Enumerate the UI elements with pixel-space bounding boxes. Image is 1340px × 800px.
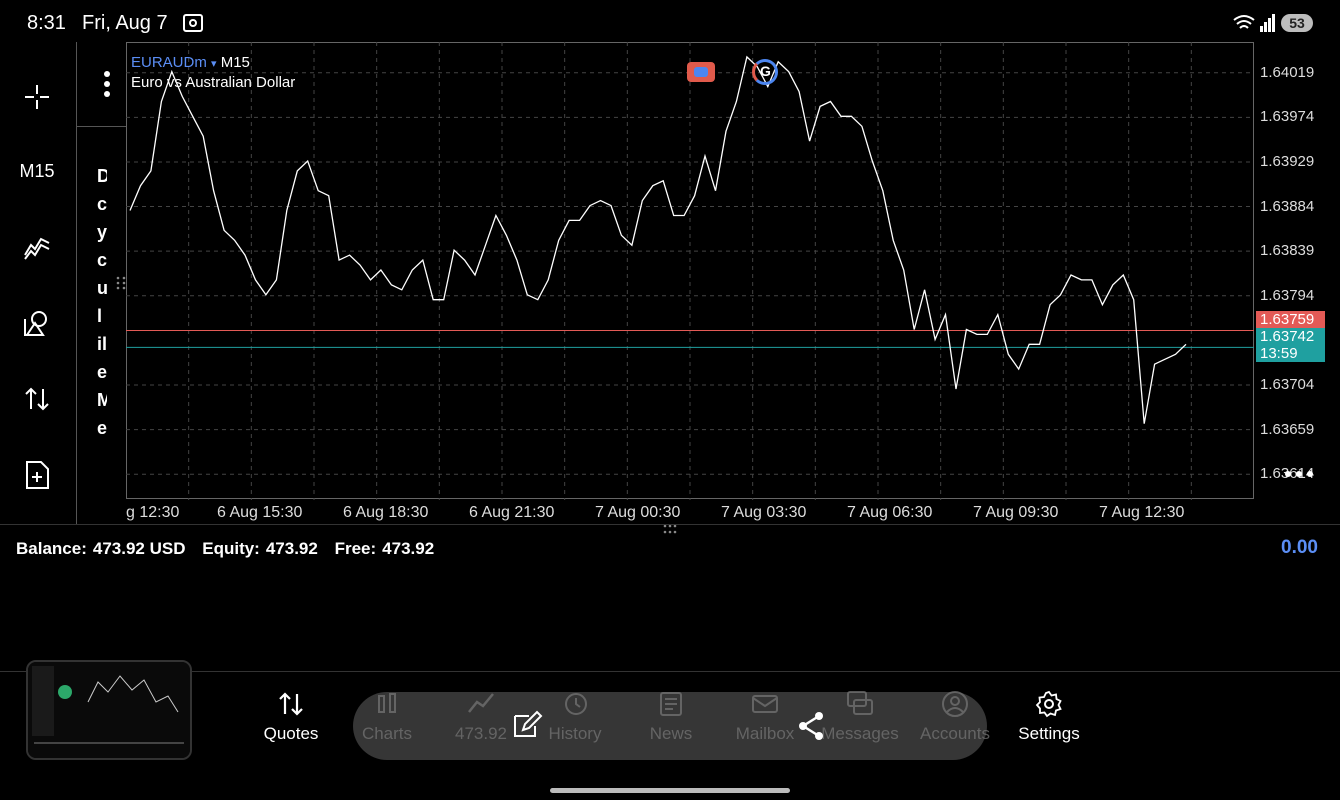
share-icon[interactable] — [795, 710, 827, 742]
time-tick-label: 6 Aug 21:30 — [469, 504, 555, 521]
indicators-icon — [24, 237, 50, 260]
side-panel-text: D c y c u l il e M e — [97, 166, 107, 438]
chart-timeframe: M15 — [220, 54, 250, 71]
edit-screenshot-icon[interactable] — [511, 710, 543, 742]
crosshair-icon — [25, 85, 49, 109]
price-tick-label: 1.64019 — [1260, 63, 1315, 81]
screenshot-icon — [183, 14, 203, 32]
timeframe-button[interactable]: M15 — [14, 148, 60, 194]
app-root: 8:31 Fri, Aug 7 53 M15 D c y c u l il e … — [0, 0, 1340, 800]
price-tick-label: 1.63929 — [1260, 152, 1315, 170]
bid-price-tag: 1.63742 13:59 — [1256, 328, 1325, 362]
chart-symbol: EURAUDm — [131, 54, 207, 71]
new-document-button[interactable] — [14, 452, 60, 498]
crosshair-button[interactable] — [14, 74, 60, 120]
nav-quotes[interactable]: Quotes — [246, 690, 336, 750]
price-chart[interactable] — [126, 42, 1254, 500]
equity-label: Equity: — [202, 539, 260, 558]
nav-settings-label: Settings — [1018, 724, 1080, 743]
event-marker-icon[interactable] — [752, 59, 778, 85]
more-options-icon[interactable] — [1283, 466, 1315, 482]
chevron-down-icon: ▾ — [211, 58, 217, 70]
home-indicator[interactable] — [550, 788, 790, 793]
time-tick-label: 7 Aug 00:30 — [595, 504, 681, 521]
chart-title[interactable]: EURAUDm ▾ M15 — [131, 54, 250, 71]
left-toolbar: M15 — [0, 44, 76, 524]
new-document-icon — [26, 461, 49, 489]
nav-settings[interactable]: Settings — [1004, 690, 1094, 750]
signal-icon — [1260, 14, 1275, 32]
balance-value: 473.92 USD — [92, 539, 186, 558]
thumbnail-preview-icon — [28, 662, 190, 758]
trade-icon — [25, 387, 49, 411]
objects-button[interactable] — [14, 300, 60, 346]
free-margin-label: Free: — [334, 539, 377, 558]
time-tick-label: 7 Aug 12:30 — [1099, 504, 1185, 521]
account-line: Balance: 473.92 USD Equity: 473.92 Free: 47… — [16, 539, 440, 559]
chart-plot[interactable] — [126, 42, 1254, 500]
time-tick-label: 7 Aug 03:30 — [721, 504, 807, 521]
nav-quotes-label: Quotes — [263, 724, 319, 743]
time-tick-label: 7 Aug 09:30 — [973, 504, 1059, 521]
vertical-menu-icon[interactable] — [101, 70, 113, 98]
chart-description: Euro vs Australian Dollar — [131, 74, 296, 91]
bid-price: 1.63742 — [1260, 328, 1315, 345]
price-tick-label: 1.63839 — [1260, 242, 1315, 260]
status-bar: 8:31 Fri, Aug 7 53 — [0, 0, 1340, 44]
ask-price-tag: 1.63759 — [1256, 311, 1325, 329]
panel-divider — [77, 126, 127, 127]
trade-button[interactable] — [14, 376, 60, 422]
price-tick-label: 1.63704 — [1260, 375, 1315, 393]
bar-countdown: 13:59 — [1260, 345, 1298, 362]
free-margin-value: 473.92 — [382, 539, 435, 558]
balance-label: Balance: — [16, 539, 87, 558]
panel-resize-handle-icon[interactable] — [116, 276, 126, 290]
gear-icon — [1035, 690, 1062, 718]
equity-value: 473.92 — [265, 539, 318, 558]
time-tick-label: g 12:30 — [126, 504, 180, 521]
price-tick-label: 1.63884 — [1260, 197, 1315, 215]
price-tick-label: 1.63794 — [1260, 286, 1315, 304]
indicators-button[interactable] — [14, 224, 60, 270]
time-tick-label: 7 Aug 06:30 — [847, 504, 933, 521]
wifi-icon — [1233, 15, 1255, 29]
time-tick-label: 6 Aug 15:30 — [217, 504, 303, 521]
status-date: Fri, Aug 7 — [82, 12, 168, 34]
price-tick-label: 1.63974 — [1260, 108, 1315, 126]
price-tick-label: 1.63659 — [1260, 420, 1315, 438]
account-summary: Balance: 473.92 USD Equity: 473.92 Free: 47… — [0, 524, 1340, 672]
calendar-event-icon[interactable] — [687, 62, 715, 82]
time-tick-label: 6 Aug 18:30 — [343, 504, 429, 521]
status-time: 8:31 — [27, 12, 66, 34]
timeframe-label: M15 — [19, 160, 55, 181]
profit-value: 0.00 — [1281, 537, 1318, 558]
app-thumbnail[interactable] — [26, 660, 192, 760]
battery-icon: 53 — [1281, 14, 1313, 32]
quotes-icon — [279, 692, 303, 716]
screenshot-toolbar — [353, 692, 987, 760]
objects-icon — [24, 311, 47, 336]
price-series-line — [129, 55, 1187, 424]
